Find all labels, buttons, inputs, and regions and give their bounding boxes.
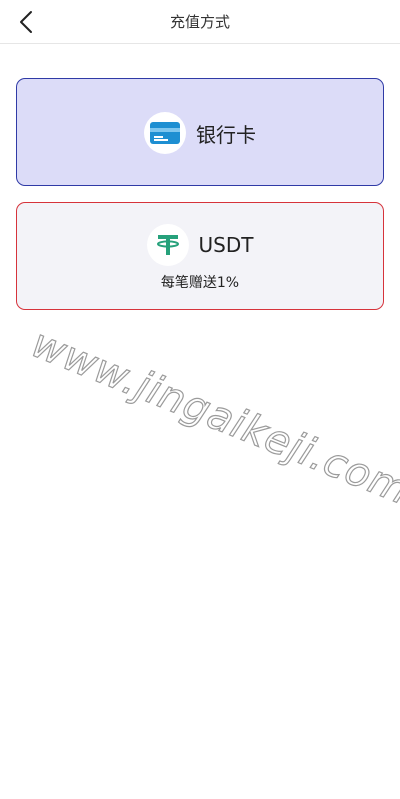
bank-card-icon-wrap [144,112,186,154]
usdt-option[interactable]: USDT 每笔赠送1% [16,202,384,310]
tether-icon-wrap [146,224,189,266]
bank-card-label: 银行卡 [196,122,256,147]
watermark-text: www.jingaikeji.com [25,320,400,515]
bank-card-icon [150,122,180,144]
usdt-option-row: USDT [17,224,383,266]
tether-icon [156,235,179,255]
usdt-label: USDT [198,233,254,257]
page-title: 充值方式 [169,13,230,31]
recharge-method-page: 充值方式 银行卡 USDT 每笔赠送1% www.jingaikeji.com [0,0,400,799]
usdt-bonus-text: 每笔赠送1% [160,275,240,291]
bank-card-option[interactable]: 银行卡 [16,78,384,186]
top-nav-bar: 充值方式 [0,0,400,44]
bank-card-option-row: 银行卡 [17,112,383,154]
